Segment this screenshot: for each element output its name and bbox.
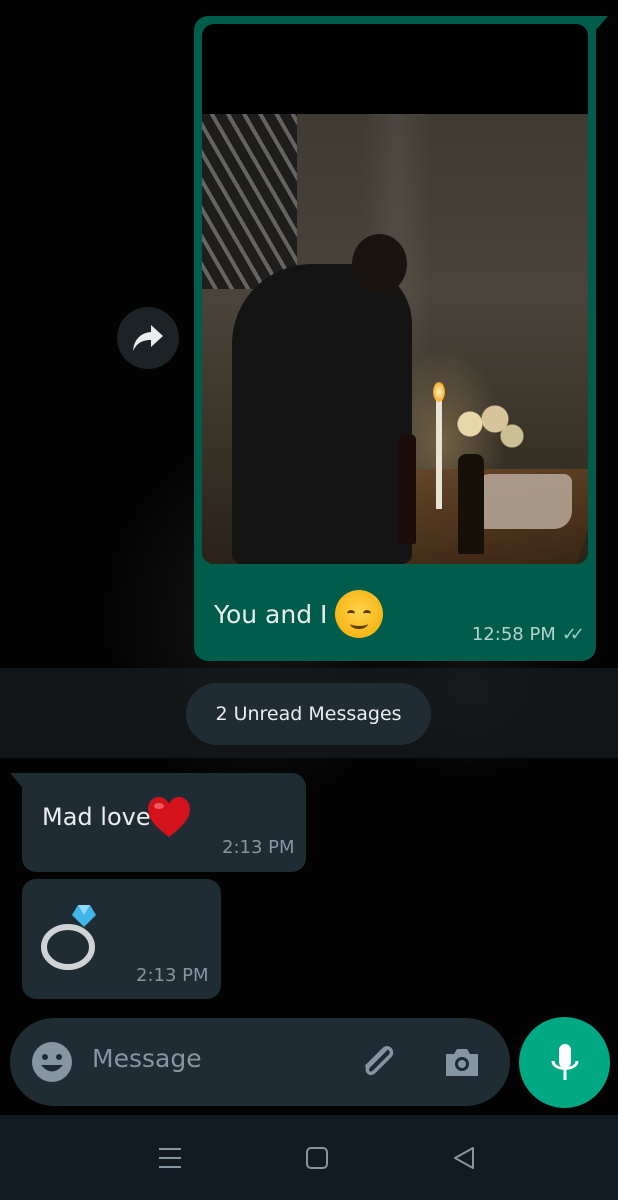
camera-icon[interactable] [440,1040,484,1084]
back-icon[interactable] [444,1140,484,1176]
bubble-tail [10,773,22,787]
message-time: 2:13 PM [222,837,295,858]
forward-icon [133,325,163,351]
image-attachment[interactable] [202,24,588,564]
message-text: Mad love [42,803,151,831]
attach-icon[interactable] [355,1038,401,1084]
message-meta: 12:58 PM ✓✓ [471,624,585,645]
photo [202,114,588,564]
caption-text: You and I [214,599,328,629]
voice-record-button[interactable] [519,1017,610,1108]
head [352,234,407,294]
unread-label: 2 Unread Messages [215,703,402,725]
candle-flame [433,382,445,402]
outgoing-image-message[interactable]: You and I 12:58 PM ✓✓ [194,16,596,661]
message-time: 12:58 PM [471,624,556,645]
wine-bottle [398,434,416,544]
bubble-tail [596,16,608,30]
emoji-icon[interactable] [30,1040,74,1084]
red-heart-emoji-icon [148,797,190,837]
mic-icon [551,1043,578,1080]
message-caption: You and I [214,590,384,638]
incoming-text-message[interactable]: Mad love 2:13 PM [22,773,306,872]
message-composer: Message [10,1018,510,1106]
forward-button[interactable] [117,307,179,369]
read-receipt-icon: ✓✓ [561,624,585,645]
home-icon[interactable] [297,1140,337,1176]
candle [436,399,442,509]
incoming-sticker-message[interactable]: 2:13 PM [22,879,221,999]
message-time: 2:13 PM [136,965,209,986]
smiling-face-emoji-icon [335,590,384,638]
wine-bottle [458,454,484,554]
cloth [472,474,572,529]
unread-messages-badge: 2 Unread Messages [186,683,431,745]
menu-icon[interactable] [150,1140,190,1176]
flowers [450,404,530,464]
system-navigation-bar [0,1115,618,1200]
couple [232,264,412,564]
wall-art [202,114,297,289]
message-input[interactable]: Message [92,1044,202,1073]
diamond-ring-icon [41,905,96,970]
